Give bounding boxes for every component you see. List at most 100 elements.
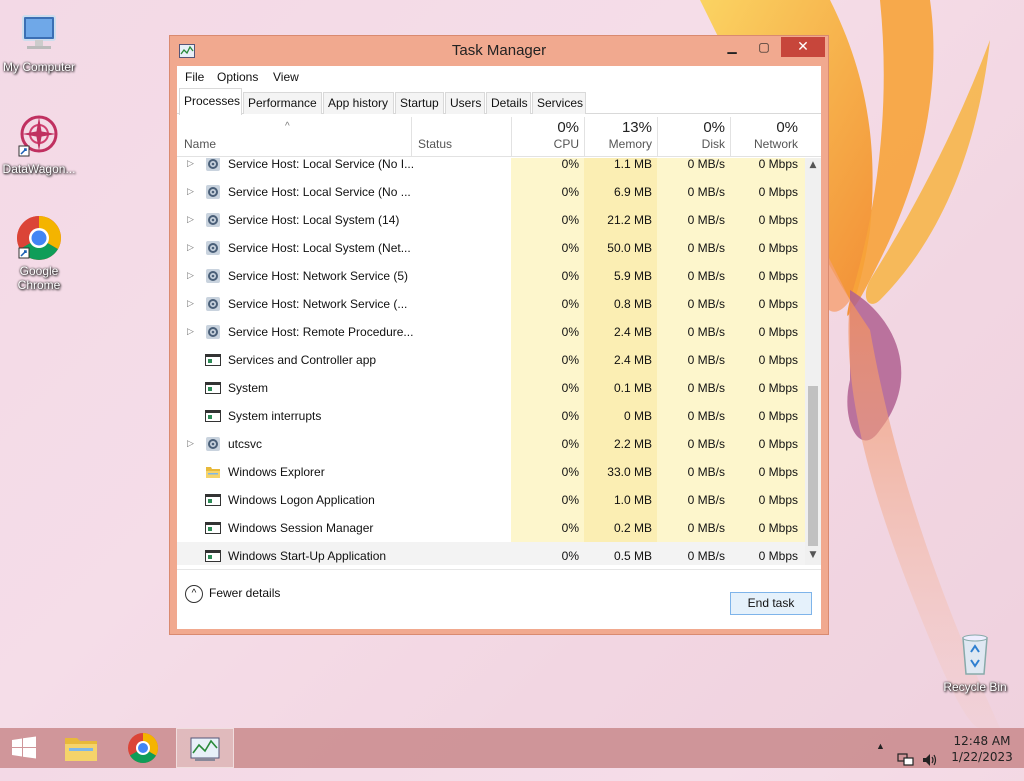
tab-users[interactable]: Users [445, 92, 485, 114]
desktop-icon-recycle-bin[interactable]: Recycle Bin [936, 630, 1014, 694]
column-name[interactable]: Name [184, 137, 216, 151]
vertical-scrollbar[interactable]: ▲ ▼ [805, 158, 821, 565]
process-cpu: 0% [561, 493, 579, 507]
chrome-icon [17, 216, 61, 260]
scroll-up-arrow[interactable]: ▲ [805, 160, 821, 170]
recycle-bin-icon [962, 634, 988, 675]
expand-arrow-icon[interactable]: ▷ [187, 270, 194, 281]
process-disk: 0 MB/s [687, 549, 725, 563]
process-row[interactable]: Windows Start-Up Application 0% 0.5 MB 0 MB… [177, 542, 805, 565]
process-network: 0 Mbps [758, 241, 798, 255]
process-network: 0 Mbps [758, 297, 798, 311]
process-disk: 0 MB/s [687, 297, 725, 311]
desktop-icon-datawagon[interactable]: DataWagon... [0, 112, 78, 176]
network-icon[interactable] [897, 740, 915, 780]
desktop-icon-google-chrome[interactable]: Google Chrome [0, 214, 78, 292]
process-cpu: 0% [561, 297, 579, 311]
process-row[interactable]: System 0% 0.1 MB 0 MB/s 0 Mbps [177, 374, 805, 402]
process-row[interactable]: ▷ Service Host: Local System (14) 0% 21.2 M… [177, 206, 805, 234]
process-memory: 0 MB [623, 409, 652, 423]
taskbar-file-explorer[interactable] [52, 728, 110, 768]
taskbar-chrome[interactable] [114, 728, 172, 768]
process-name: utcsvc [228, 437, 263, 451]
process-name: Services and Controller app [228, 353, 377, 367]
process-list: ▷ Service Host: Local Service (No I... 0% 1… [177, 158, 805, 565]
column-memory[interactable]: Memory [589, 137, 652, 151]
process-row[interactable]: ▷ Service Host: Local Service (No I... 0% 1… [177, 158, 805, 178]
close-button[interactable]: ✕ [781, 37, 825, 57]
desktop-icon-label: Recycle Bin [943, 680, 1007, 694]
app-window-icon [205, 520, 221, 536]
task-manager-icon [190, 737, 220, 761]
end-task-button[interactable]: End task [730, 592, 812, 615]
process-disk: 0 MB/s [687, 269, 725, 283]
chrome-icon [128, 733, 159, 764]
my-computer-icon [22, 15, 56, 49]
process-row[interactable]: ▷ utcsvc 0% 2.2 MB 0 MB/s 0 Mbps [177, 430, 805, 458]
desktop-icon-label: Google Chrome [17, 264, 61, 292]
process-row[interactable]: Windows Explorer 0% 33.0 MB 0 MB/s 0 Mbps [177, 458, 805, 486]
column-cpu[interactable]: CPU [517, 137, 579, 151]
tab-app-history[interactable]: App history [323, 92, 394, 114]
column-network[interactable]: Network [735, 137, 798, 151]
process-disk: 0 MB/s [687, 241, 725, 255]
process-row[interactable]: ▷ Service Host: Network Service (5) 0% 5.9 … [177, 262, 805, 290]
expand-arrow-icon[interactable]: ▷ [187, 326, 194, 337]
desktop-icon-label: DataWagon... [2, 162, 76, 176]
process-network: 0 Mbps [758, 549, 798, 563]
process-disk: 0 MB/s [687, 213, 725, 227]
tab-startup[interactable]: Startup [395, 92, 444, 114]
show-hidden-icons[interactable]: ▲ [876, 741, 885, 781]
desktop-icon-my-computer[interactable]: My Computer [0, 10, 78, 74]
process-cpu: 0% [561, 269, 579, 283]
maximize-button[interactable]: ▢ [750, 37, 778, 57]
process-row[interactable]: ▷ Service Host: Network Service (... 0% 0.8… [177, 290, 805, 318]
process-name: Windows Session Manager [228, 521, 374, 535]
expand-arrow-icon[interactable]: ▷ [187, 214, 194, 225]
volume-icon[interactable] [921, 740, 939, 780]
process-row[interactable]: ▷ Service Host: Remote Procedure... 0% 2.4 … [177, 318, 805, 346]
system-clock[interactable]: 12:48 AM 1/22/2023 [948, 733, 1016, 765]
process-disk: 0 MB/s [687, 158, 725, 171]
datawagon-icon [18, 115, 58, 157]
expand-arrow-icon[interactable]: ▷ [187, 438, 194, 449]
expand-arrow-icon[interactable]: ▷ [187, 158, 194, 169]
chevron-up-icon: ^ [185, 585, 203, 603]
process-cpu: 0% [561, 465, 579, 479]
start-button[interactable] [0, 728, 48, 768]
app-window-icon [205, 408, 221, 424]
process-disk: 0 MB/s [687, 185, 725, 199]
menu-options[interactable]: Options [217, 70, 258, 84]
expand-arrow-icon[interactable]: ▷ [187, 242, 194, 253]
process-row[interactable]: Services and Controller app 0% 2.4 MB 0 MB/… [177, 346, 805, 374]
scroll-down-arrow[interactable]: ▼ [805, 550, 821, 560]
task-manager-window: Task Manager ▁ ▢ ✕ File Options View Pro… [169, 35, 829, 635]
menu-view[interactable]: View [273, 70, 299, 84]
expand-arrow-icon[interactable]: ▷ [187, 186, 194, 197]
process-row[interactable]: System interrupts 0% 0 MB 0 MB/s 0 Mbps [177, 402, 805, 430]
column-status[interactable]: Status [418, 137, 452, 151]
column-disk[interactable]: Disk [663, 137, 725, 151]
desktop-icon-label: My Computer [2, 60, 76, 74]
tab-processes[interactable]: Processes [179, 88, 242, 115]
process-row[interactable]: Windows Logon Application 0% 1.0 MB 0 MB/s 0… [177, 486, 805, 514]
process-row[interactable]: ▷ Service Host: Local System (Net... 0% 50.… [177, 234, 805, 262]
taskbar-task-manager[interactable] [176, 728, 234, 768]
minimize-button[interactable]: ▁ [718, 37, 746, 57]
tab-services[interactable]: Services [532, 92, 586, 114]
fewer-details-button[interactable]: ^ Fewer details [185, 585, 280, 603]
menu-file[interactable]: File [185, 70, 204, 84]
process-row[interactable]: ▷ Service Host: Local Service (No ... 0% 6.… [177, 178, 805, 206]
title-bar[interactable]: Task Manager ▁ ▢ ✕ [170, 36, 828, 66]
menu-bar: File Options View [177, 66, 821, 88]
process-row[interactable]: Windows Session Manager 0% 0.2 MB 0 MB/s 0 M… [177, 514, 805, 542]
tab-performance[interactable]: Performance [243, 92, 322, 114]
scroll-thumb[interactable] [808, 386, 818, 546]
expand-arrow-icon[interactable]: ▷ [187, 298, 194, 309]
memory-percent: 13% [621, 119, 652, 136]
tab-details[interactable]: Details [486, 92, 531, 114]
process-name: System interrupts [228, 409, 322, 423]
process-memory: 6.9 MB [613, 185, 652, 199]
process-network: 0 Mbps [758, 213, 798, 227]
process-name: Service Host: Local System (Net... [228, 241, 411, 255]
